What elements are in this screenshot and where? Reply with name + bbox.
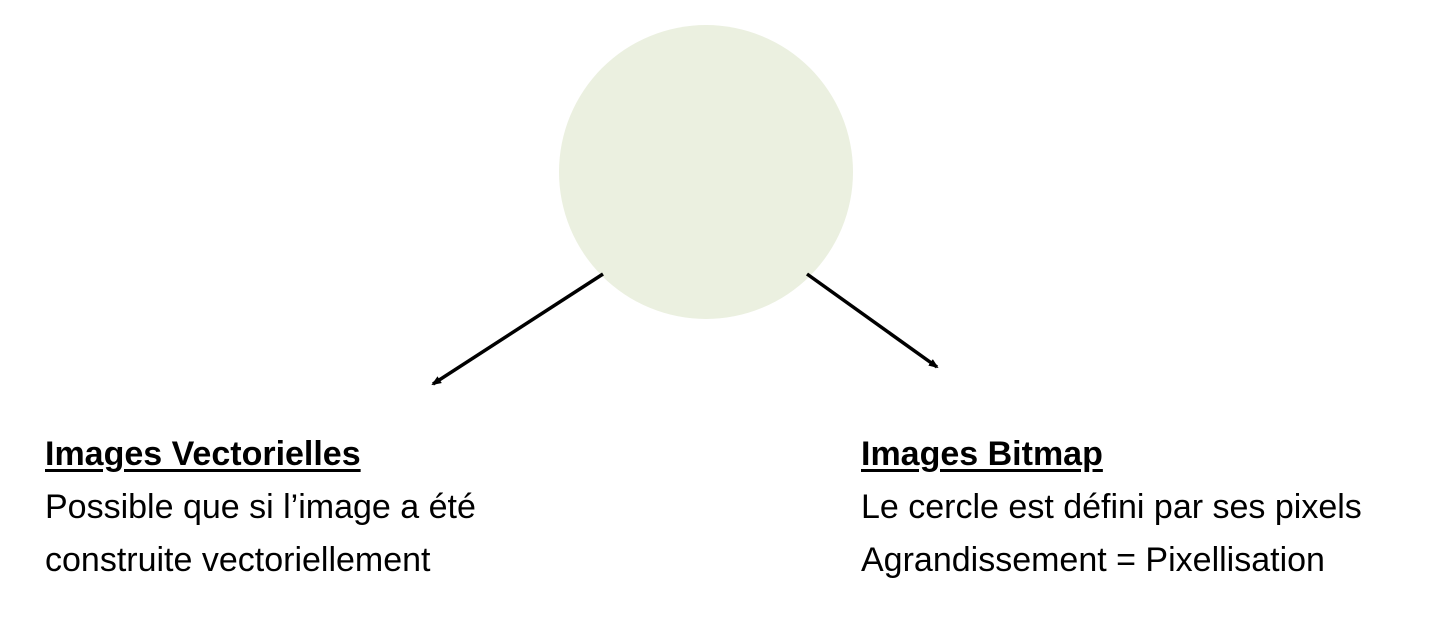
arrow-to-bitmap [805, 272, 939, 369]
bitmap-images-block: Images Bitmap Le cercle est défini par s… [861, 428, 1362, 587]
vector-images-line-2: construite vectoriellement [45, 541, 431, 579]
bitmap-images-heading: Images Bitmap [861, 435, 1103, 473]
bitmap-images-line-2: Agrandissement = Pixellisation [861, 541, 1325, 579]
vector-images-block: Images Vectorielles Possible que si l’im… [45, 428, 476, 587]
vector-images-line-1: Possible que si l’image a été [45, 488, 476, 526]
vector-images-heading: Images Vectorielles [45, 435, 361, 473]
arrow-to-vectorielles [431, 272, 604, 386]
bitmap-images-line-1: Le cercle est défini par ses pixels [861, 488, 1362, 526]
